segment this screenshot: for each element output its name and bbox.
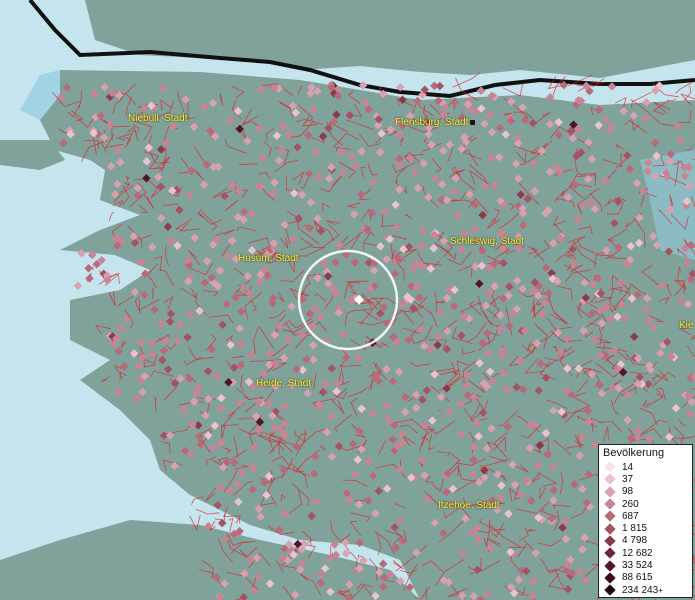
legend-label: 260: [622, 498, 639, 510]
legend-swatch: [604, 473, 616, 486]
city-label-itzehoe: Itzehoe, Stadt: [438, 500, 500, 511]
legend-item: 4 798: [603, 535, 688, 547]
population-legend: Bevölkerung 14 37 98 260 687 1 815 4 798 12 682…: [598, 444, 693, 598]
legend-swatch: [604, 572, 616, 584]
city-label-flensburg: Flensburg, Stadt: [395, 117, 476, 128]
city-label-schleswig: Schleswig, Stadt: [450, 236, 524, 247]
legend-item: 37: [603, 473, 688, 486]
legend-suffix: +: [658, 585, 663, 595]
legend-label: 4 798: [622, 535, 648, 547]
legend-label: 98: [622, 486, 634, 498]
legend-label: 1 815: [622, 523, 648, 535]
legend-label: 88 615: [622, 572, 653, 584]
city-label-husum: Husum, Stadt: [238, 253, 299, 264]
legend-item: 98: [603, 486, 688, 498]
city-marker: [470, 119, 476, 125]
legend-item: 260: [603, 498, 688, 510]
legend-item: 687: [603, 510, 688, 522]
legend-swatch: [604, 535, 616, 547]
legend-swatch: [604, 559, 616, 572]
legend-swatch: [604, 461, 616, 473]
legend-swatch: [604, 498, 616, 510]
legend-label: 234 243: [622, 584, 659, 596]
legend-label: 37: [622, 473, 634, 485]
legend-label: 14: [622, 461, 634, 473]
legend-item: 234 243 +: [603, 584, 688, 596]
legend-swatch: [604, 486, 616, 498]
legend-title: Bevölkerung: [603, 447, 665, 459]
legend-item: 1 815: [603, 522, 688, 535]
map-canvas[interactable]: [0, 0, 695, 600]
legend-label: 33 524: [622, 560, 653, 572]
legend-item: 33 524: [603, 559, 688, 572]
legend-swatch: [604, 547, 616, 559]
legend-item: 14: [603, 461, 688, 473]
city-label-niebuell: Niebüll, Stadt: [128, 113, 188, 124]
legend-label: 687: [622, 510, 639, 522]
legend-label: 12 682: [622, 547, 653, 559]
legend-swatch: [604, 522, 616, 535]
legend-swatch: [604, 510, 616, 522]
legend-swatch: [604, 584, 616, 596]
city-label-heide: Heide, Stadt: [256, 378, 312, 389]
legend-item: 12 682: [603, 547, 688, 559]
city-label-kiel: Kie: [679, 320, 694, 331]
legend-item: 88 615: [603, 572, 688, 584]
